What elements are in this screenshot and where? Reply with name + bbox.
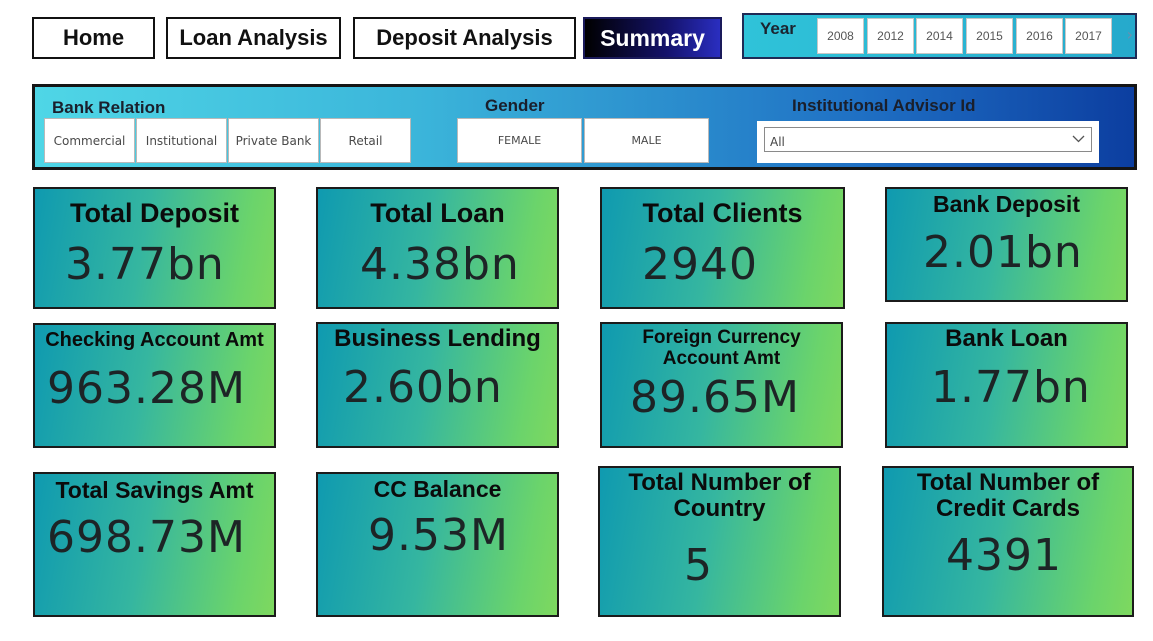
kpi-title: Checking Account Amt: [45, 329, 264, 351]
kpi-card-total-number-of-country: Total Number of Country 5: [598, 466, 841, 617]
bank-relation-option-institutional[interactable]: Institutional: [136, 118, 227, 163]
kpi-title: Total Savings Amt: [55, 477, 254, 503]
bank-relation-label: Bank Relation: [52, 98, 166, 117]
chevron-down-icon: [1072, 135, 1085, 143]
gender-label: Gender: [485, 96, 545, 115]
year-tile-2014[interactable]: 2014: [916, 18, 963, 54]
filter-bar: Bank Relation Commercial Institutional P…: [32, 84, 1137, 170]
year-tile-2015[interactable]: 2015: [966, 18, 1013, 54]
kpi-title: Total Clients: [642, 198, 803, 228]
institutional-advisor-dropdown[interactable]: All: [757, 121, 1099, 163]
bank-relation-option-retail[interactable]: Retail: [320, 118, 411, 163]
advisor-select[interactable]: All: [764, 127, 1092, 152]
institutional-advisor-label: Institutional Advisor Id: [792, 96, 976, 115]
kpi-value: 2940: [642, 239, 758, 290]
home-button[interactable]: Home: [32, 17, 155, 59]
year-tile-2008[interactable]: 2008: [817, 18, 864, 54]
gender-option-female[interactable]: FEMALE: [457, 118, 582, 163]
kpi-card-total-loan: Total Loan 4.38bn: [316, 187, 559, 309]
kpi-title: Total Deposit: [69, 198, 239, 228]
kpi-card-checking-account-amt: Checking Account Amt 963.28M: [33, 323, 276, 448]
kpi-title: Total Number of Credit Cards: [916, 469, 1100, 523]
year-slicer-title: Year: [760, 19, 796, 38]
kpi-card-total-deposit: Total Deposit 3.77bn: [33, 187, 276, 309]
kpi-value: 4.38bn: [360, 239, 520, 290]
kpi-value: 89.65M: [630, 372, 800, 423]
summary-button[interactable]: Summary: [583, 17, 722, 59]
kpi-card-business-lending: Business Lending 2.60bn: [316, 322, 559, 448]
bank-relation-option-private-bank[interactable]: Private Bank: [228, 118, 319, 163]
kpi-title: CC Balance: [373, 476, 502, 502]
bank-relation-option-commercial[interactable]: Commercial: [44, 118, 135, 163]
kpi-card-cc-balance: CC Balance 9.53M: [316, 472, 559, 617]
kpi-card-total-clients: Total Clients 2940: [600, 187, 845, 309]
year-tile-2012[interactable]: 2012: [867, 18, 914, 54]
kpi-title: Total Number of Country: [628, 469, 811, 523]
gender-option-male[interactable]: MALE: [584, 118, 709, 163]
kpi-value: 1.77bn: [931, 362, 1091, 413]
deposit-analysis-button[interactable]: Deposit Analysis: [353, 17, 576, 59]
kpi-value: 698.73M: [47, 512, 246, 563]
kpi-card-total-number-of-credit-cards: Total Number of Credit Cards 4391: [882, 466, 1134, 617]
kpi-title: Bank Deposit: [933, 191, 1080, 217]
kpi-title: Business Lending: [334, 325, 541, 352]
kpi-value: 3.77bn: [65, 239, 225, 290]
kpi-card-bank-deposit: Bank Deposit 2.01bn: [885, 187, 1128, 302]
year-slicer: Year 2008 2012 2014 2015 2016 2017 ›: [742, 13, 1137, 59]
year-tile-2016[interactable]: 2016: [1016, 18, 1063, 54]
kpi-card-foreign-currency-account-amt: Foreign Currency Account Amt 89.65M: [600, 322, 843, 448]
kpi-value: 2.60bn: [343, 362, 503, 413]
kpi-value: 5: [684, 540, 713, 591]
chevron-right-icon[interactable]: ›: [1127, 25, 1133, 44]
kpi-value: 4391: [946, 530, 1062, 581]
kpi-card-bank-loan: Bank Loan 1.77bn: [885, 322, 1128, 448]
kpi-value: 9.53M: [368, 510, 509, 561]
kpi-value: 2.01bn: [923, 227, 1083, 278]
kpi-title: Bank Loan: [945, 325, 1068, 352]
year-tile-2017[interactable]: 2017: [1065, 18, 1112, 54]
kpi-card-total-savings-amt: Total Savings Amt 698.73M: [33, 472, 276, 617]
kpi-title: Total Loan: [370, 198, 505, 228]
kpi-value: 963.28M: [47, 363, 246, 414]
loan-analysis-button[interactable]: Loan Analysis: [166, 17, 341, 59]
kpi-title: Foreign Currency Account Amt: [642, 327, 801, 369]
advisor-selected-value: All: [770, 135, 785, 149]
